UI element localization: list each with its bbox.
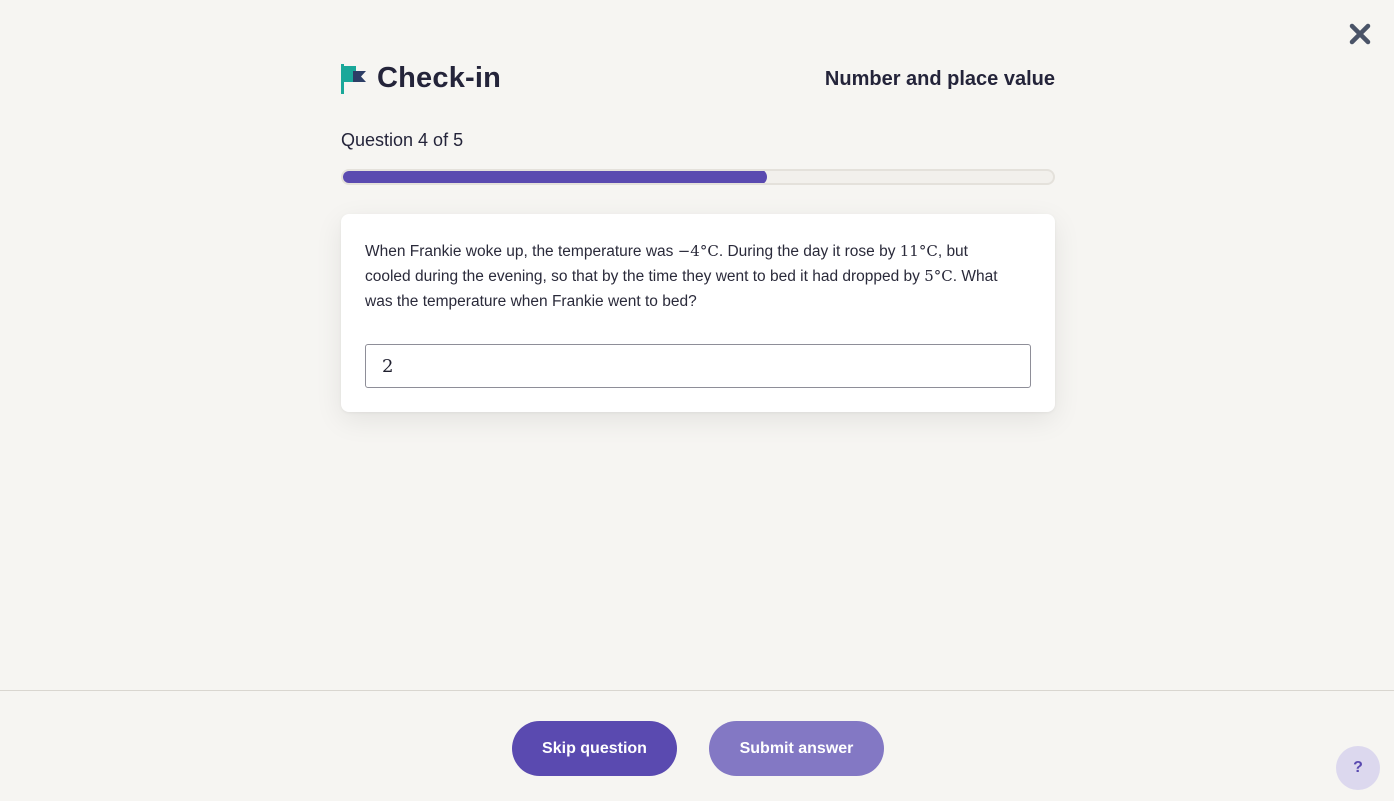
question-card: When Frankie woke up, the temperature wa… [341, 214, 1055, 412]
flag-icon [341, 63, 366, 94]
question-counter: Question 4 of 5 [341, 130, 464, 150]
close-button[interactable] [1344, 18, 1376, 50]
math-start-temp: −4°C [677, 242, 719, 260]
question-mark-icon: ? [1353, 759, 1363, 776]
brand: Check-in [341, 62, 501, 95]
skip-question-button[interactable]: Skip question [512, 721, 677, 776]
checkin-header: Check-in Number and place value [341, 58, 1055, 102]
answer-input[interactable] [365, 344, 1031, 388]
question-text-part: When Frankie woke up, the temperature wa… [365, 243, 678, 260]
footer-bar: Skip question Submit answer ? [0, 690, 1394, 801]
topic-title: Number and place value [824, 68, 1055, 90]
page-title: Check-in [377, 62, 502, 94]
help-button[interactable]: ? [1336, 746, 1380, 790]
math-drop-temp: 5°C [924, 267, 953, 285]
question-text-part: . During the day it rose by [718, 243, 900, 260]
question-text: When Frankie woke up, the temperature wa… [365, 239, 1005, 314]
progress-bar [341, 169, 1055, 185]
close-icon [1349, 23, 1371, 45]
math-rise-temp: 11°C [899, 242, 938, 260]
submit-answer-button[interactable]: Submit answer [709, 721, 884, 776]
progress-bar-fill [343, 171, 767, 183]
